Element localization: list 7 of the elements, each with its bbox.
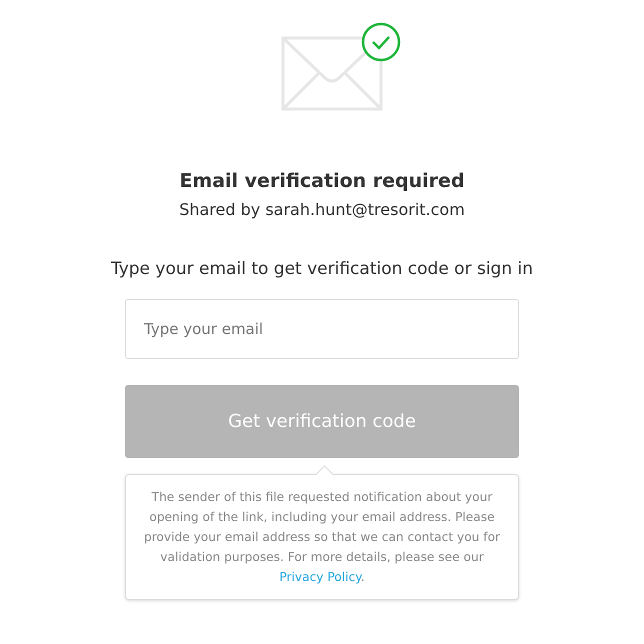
notification-text: The sender of this file requested notification about your opening of the link, including your email address. Please provide your email address so that we can contact you for validation purposes. For more details, please see our Privacy Policy. — [142, 489, 502, 586]
instruction-text: Type your email to get verification code or sign in — [110, 259, 534, 279]
envelope-check-icon — [281, 20, 403, 112]
page-title: Email verification required — [179, 170, 465, 192]
privacy-policy-link[interactable]: Privacy Policy — [279, 570, 361, 584]
shared-by-text: Shared by sarah.hunt@tresorit.com — [179, 200, 465, 219]
email-field[interactable]: Type your email — [125, 299, 519, 359]
